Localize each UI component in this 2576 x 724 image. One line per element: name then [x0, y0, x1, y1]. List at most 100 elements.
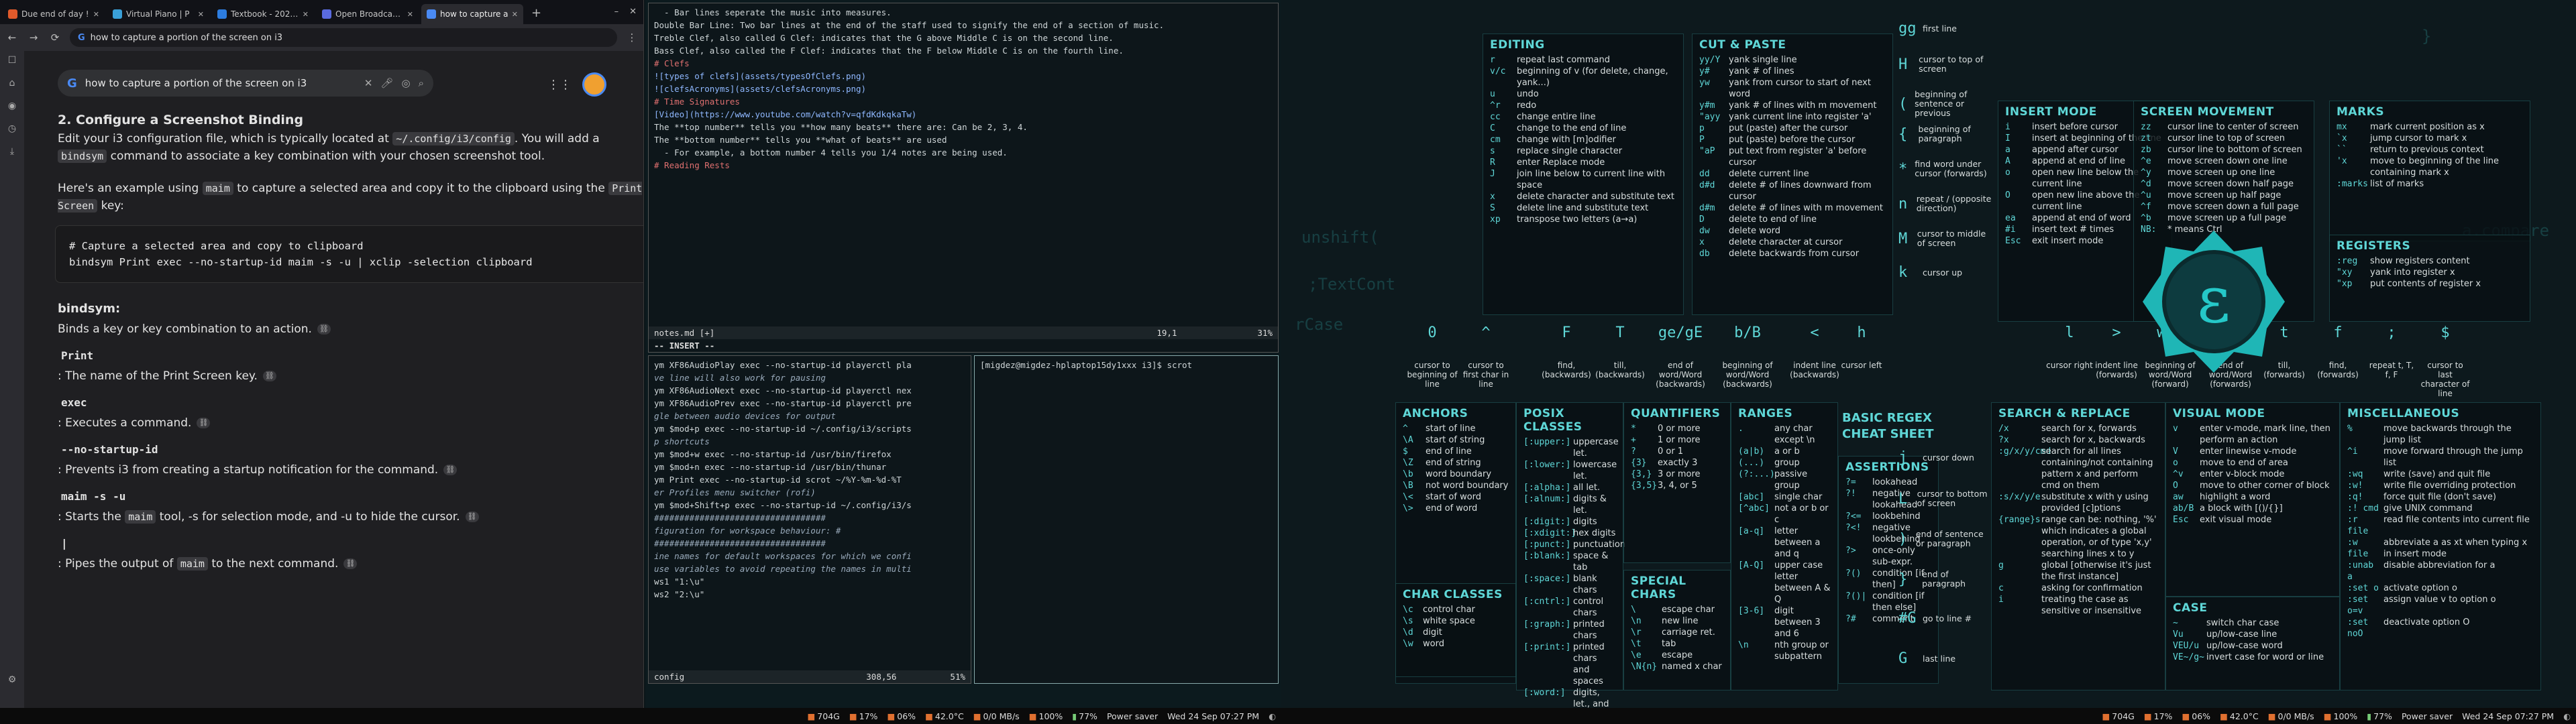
mic-icon[interactable]: 🎤︎ [380, 77, 393, 89]
editor-line: Treble Clef, also called G Clef: indicat… [654, 33, 1114, 43]
editor-line: The **top number** tells you **how many … [654, 122, 1028, 132]
cheat-panel-search: SEARCH & REPLACE/x search for x, forwards… [1991, 402, 2165, 690]
term-item: |: Pipes the output of maim to the next … [58, 535, 643, 572]
search-icon[interactable]: ⌕ [419, 77, 424, 89]
movement-key: } end of paragraph [1898, 569, 1966, 589]
cheat-row: {range}s range can be: nothing, '%' which… [1998, 515, 2157, 559]
code-block[interactable]: # Capture a selected area and copy to cl… [55, 225, 643, 283]
bg-code-text: ;TextCont [1308, 275, 1396, 294]
cheat-row: ?<= lookbehind [1845, 511, 1921, 522]
address-bar[interactable]: G how to capture a portion of the screen… [70, 28, 617, 47]
cheat-row: :set o=v assign value v to option o [2347, 595, 2496, 616]
menu-icon[interactable]: ⋮ [625, 32, 639, 44]
cheat-row: x delete character and substitute text [1490, 192, 1675, 202]
new-tab-button[interactable]: + [526, 6, 547, 24]
tab-close-icon[interactable]: ✕ [512, 10, 518, 19]
cheat-row: ^ start of line [1403, 424, 1476, 434]
tab-close-icon[interactable]: ✕ [407, 10, 413, 19]
editor-line: ################################## [654, 538, 826, 548]
notes-editor-pane[interactable]: - Bar lines seperate the music into meas… [648, 3, 1279, 353]
avatar[interactable] [582, 72, 606, 97]
cheat-row: [:space:] blank chars [1523, 574, 1597, 595]
cheat-row: . any char except \n [1738, 424, 1815, 445]
cheat-row: +1 or more [1631, 435, 1701, 445]
cheat-panel-registers: REGISTERS:reg show registers content "xy ya… [2329, 235, 2530, 322]
tab-favicon-icon [113, 9, 122, 19]
link-icon[interactable]: ⛓ [343, 558, 358, 569]
cheat-row: (a|b) a or b [1738, 446, 1800, 457]
cheat-row: ^d move screen down half page [2141, 179, 2294, 189]
cheat-row: ^i move forward through the jump list [2347, 446, 2523, 468]
tab-close-icon[interactable]: ✕ [198, 10, 204, 19]
reload-icon[interactable]: ⟳ [48, 32, 62, 44]
cheat-row: ? 0 or 1 [1631, 446, 1684, 457]
shell-prompt[interactable]: [migdez@migdez-hplaptop15dy1xxx i3]$ scr… [980, 359, 1273, 371]
cpu-icon: ■ [849, 711, 857, 721]
cheat-row: \r carriage ret. [1631, 627, 1715, 638]
cheat-row: \B not word boundary [1403, 481, 1509, 491]
browser-tab[interactable]: Virtual Piano | P ✕ [107, 4, 209, 24]
browser-tab[interactable]: Open Broadcaste ✕ [317, 4, 419, 24]
back-icon[interactable]: ← [5, 32, 19, 44]
cheat-row: :! cmd give UNIX command [2347, 503, 2473, 514]
cheat-row: Omove to other corner of block [2173, 481, 2330, 491]
cheat-panel-visual: VISUAL MODE v enter v-mode, mark line, the… [2165, 402, 2340, 597]
forward-icon[interactable]: → [27, 32, 40, 44]
link-icon[interactable]: ⛓ [197, 418, 211, 428]
browser-tab[interactable]: Due end of day ! ✕ [3, 4, 105, 24]
page-content: G how to capture a portion of the screen… [24, 51, 643, 708]
link-icon[interactable]: ⛓ [317, 324, 331, 335]
tab-close-icon[interactable]: ✕ [93, 10, 99, 19]
settings-icon[interactable]: ⚙ [8, 674, 17, 685]
browser-tab[interactable]: how to capture a ✕ [421, 4, 523, 24]
tray-icon[interactable]: ◐ [1269, 711, 1276, 721]
cheat-row: ^v enter v-block mode [2173, 469, 2285, 479]
config-editor-pane[interactable]: ym XF86AudioPlay exec --no-startup-id pl… [648, 355, 971, 684]
link-icon[interactable]: ⛓ [443, 465, 458, 475]
cheat-row: db delete backwards from cursor [1699, 249, 1860, 259]
browser-tab[interactable]: Textbook - 2025 ! ✕ [212, 4, 314, 24]
downloads-icon[interactable]: ⤓ [10, 146, 14, 157]
temperature-status: ■ 42.0°C [925, 711, 964, 721]
editor-line: ine names for default workspaces for whi… [654, 551, 912, 561]
cheat-row: "xp put contents of register x [2337, 279, 2481, 289]
cheat-row: \n new line [1631, 616, 1699, 626]
cheat-row: y# yank # of lines [1699, 66, 1794, 76]
lens-icon[interactable]: ◎ [402, 77, 411, 89]
cheat-row: \d digit [1403, 627, 1442, 638]
tab-close-icon[interactable]: ✕ [303, 10, 309, 19]
network-status: ■ 0/0 MB/s [973, 711, 1020, 721]
bookmarks-icon[interactable]: ⌂ [9, 78, 15, 88]
history-icon[interactable]: ◷ [8, 123, 16, 134]
motion-desc: repeat t, T, f, F [2369, 361, 2414, 379]
close-icon[interactable]: ✕ [629, 7, 637, 17]
battery-status: ▮ 77% [2367, 711, 2392, 721]
cheat-row: [A-Q] upper case letter between A & Q [1738, 560, 1831, 605]
editor-mode: -- INSERT -- [654, 341, 715, 351]
link-icon[interactable]: ⛓ [465, 511, 479, 522]
clear-icon[interactable]: ✕ [364, 77, 373, 89]
tab-strip: Due end of day ! ✕ Virtual Piano | P ✕ Textb… [0, 0, 643, 24]
cheat-row: ^r redo [1490, 101, 1537, 111]
search-query[interactable]: how to capture a portion of the screen o… [85, 77, 356, 89]
network-icon: ■ [2267, 711, 2276, 721]
google-search-box[interactable]: G how to capture a portion of the screen… [58, 70, 433, 97]
motion-desc: find, (backwards) [1542, 361, 1591, 379]
panel-title: SPECIAL CHARS [1631, 575, 1686, 601]
motion-key: b/B [1734, 324, 1761, 341]
shell-pane[interactable]: [migdez@migdez-hplaptop15dy1xxx i3]$ scr… [974, 355, 1279, 684]
power-profile[interactable]: Power saver [1107, 711, 1158, 721]
cheat-row: :s/x/y/e substitute x with y using provid… [1998, 492, 2149, 514]
tab-search-icon[interactable]: ☐ [8, 55, 17, 66]
editor-statusline: notes.md [+] 19,1 31% [649, 326, 1278, 339]
vim-cheatsheet-wallpaper: unshift( ;TextCont rCase a.compare } EDI… [1281, 0, 2576, 708]
minimize-icon[interactable]: – [614, 7, 619, 17]
cheat-row: ^u move screen up half page [2141, 190, 2282, 200]
editor-line: ym XF86AudioPlay exec --no-startup-id pl… [654, 360, 912, 370]
messenger-icon[interactable]: ◉ [8, 101, 16, 111]
apps-grid-icon[interactable]: ⋮⋮ [547, 78, 572, 92]
power-profile[interactable]: Power saver [2402, 711, 2453, 721]
link-icon[interactable]: ⛓ [262, 371, 276, 381]
motion-desc: end of word/Word (backwards) [1656, 361, 1705, 389]
tray-icon[interactable]: ◐ [2563, 711, 2571, 721]
